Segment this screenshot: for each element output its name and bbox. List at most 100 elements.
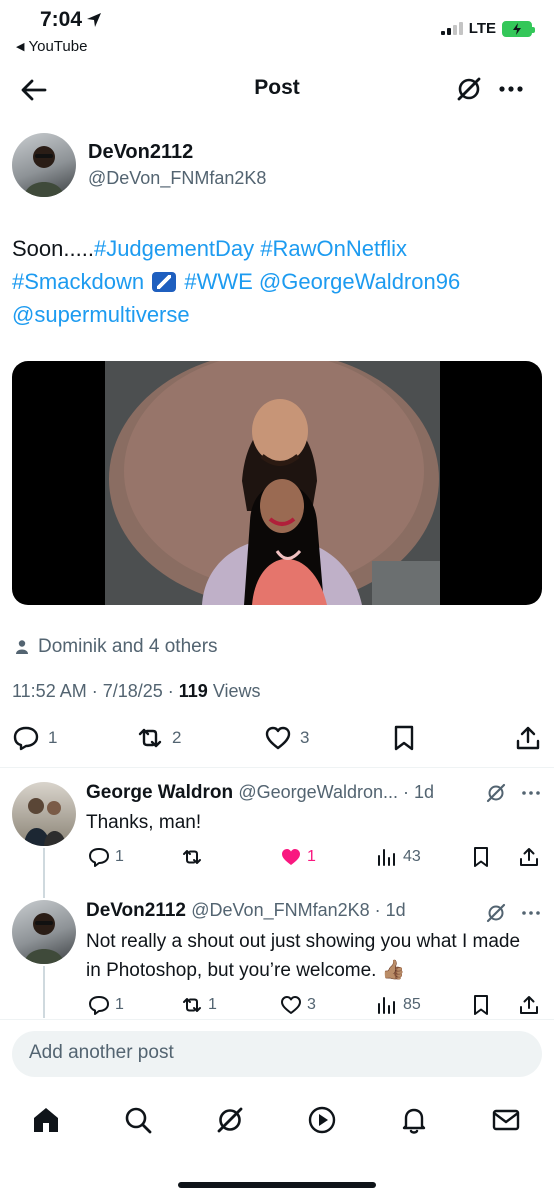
share-button[interactable] [518,994,540,1016]
heart-icon [265,726,291,750]
post-timestamp: 11:52 AM · 7/18/25 · [12,681,179,701]
home-indicator [178,1182,376,1188]
repost-count: 2 [172,728,182,747]
bookmark-icon [394,725,414,751]
reply-more-button[interactable] [520,902,542,924]
reply-avatar[interactable] [12,782,76,846]
grok-icon [486,903,506,923]
views-count: 43 [403,848,421,865]
grok-button[interactable] [454,74,484,104]
views-button[interactable]: 85 [376,994,421,1016]
author-avatar[interactable] [12,133,76,197]
tab-video[interactable] [306,1104,338,1136]
bookmark-button[interactable] [390,724,418,752]
divider [0,1019,554,1020]
reply-author[interactable]: DeVon2112 @DeVon_FNMfan2K8 · 1d [86,900,406,922]
bell-icon [402,1108,426,1134]
reply-button[interactable]: 1 [12,724,57,752]
mention-link[interactable]: @GeorgeWaldron96 [259,269,460,294]
more-icon [522,911,540,915]
more-icon [499,86,523,92]
bookmark-button[interactable] [470,846,492,868]
heart-filled-icon [282,849,300,865]
reply-author-handle: @DeVon_FNMfan2K8 · 1d [191,900,406,920]
mention-link[interactable]: @supermultiverse [12,302,190,327]
reply-avatar[interactable] [12,900,76,964]
thread-line [43,848,45,898]
grok-button[interactable] [485,902,507,924]
bookmark-button[interactable] [470,994,492,1016]
liked-by-label: Dominik and 4 others [38,636,218,657]
author-name[interactable]: DeVon2112 [88,141,193,164]
tab-grok[interactable] [214,1104,246,1136]
bookmark-icon [474,995,488,1015]
repost-button[interactable]: 2 [136,724,181,752]
reply-icon [13,726,39,751]
repost-button[interactable] [181,846,208,868]
back-triangle-icon: ◀ [16,41,25,53]
reply-composer[interactable]: Add another post [12,1031,542,1077]
grok-icon [217,1107,243,1133]
liked-by[interactable]: Dominik and 4 others [14,636,218,658]
like-button[interactable]: 1 [280,846,316,868]
views-count: 119 [178,681,208,701]
grok-icon [457,77,481,101]
signal-icon [440,22,463,35]
search-icon [125,1107,152,1134]
divider [0,767,554,768]
share-button[interactable] [514,724,542,752]
reply-text: Thanks, man! [86,812,202,833]
reply-more-button[interactable] [520,782,542,804]
hashtag-link[interactable]: #JudgementDay [94,236,254,261]
like-count: 3 [307,996,316,1013]
back-to-app[interactable]: ◀ YouTube [16,38,87,55]
hashtag-link[interactable]: #RawOnNetflix [260,236,407,261]
reply-icon [89,996,109,1015]
post-image[interactable] [12,361,542,605]
reply-button[interactable]: 1 [88,846,124,868]
thread-line [43,966,45,1018]
network-label: LTE [468,20,496,37]
status-time: 7:04 [40,8,102,32]
reply-button[interactable]: 1 [88,994,124,1016]
share-icon [516,726,540,750]
reply-count: 1 [115,996,124,1013]
post-meta: 11:52 AM · 7/18/25 · 119 Views [12,681,261,702]
views-button[interactable]: 43 [376,846,421,868]
repost-icon [183,850,201,864]
mail-icon [492,1109,520,1131]
post-actions: 1 2 3 [12,724,542,754]
reply-author[interactable]: George Waldron @GeorgeWaldron... · 1d [86,782,434,804]
reply-icon [89,848,109,867]
more-icon [522,791,540,795]
hashtag-link[interactable]: #Smackdown [12,269,144,294]
tab-search[interactable] [122,1104,154,1136]
reply-text: Not really a shout out just showing you … [86,931,521,981]
like-button[interactable]: 3 [280,994,316,1016]
repost-icon [183,998,201,1012]
post-text: Soon.....#JudgementDay #RawOnNetflix #Sm… [12,232,542,331]
reply-count: 1 [115,848,124,865]
views-icon [378,849,395,866]
post-text-prefix: Soon..... [12,236,94,261]
like-count: 3 [300,728,310,747]
hashtag-link[interactable]: #WWE [184,269,252,294]
tab-home[interactable] [30,1104,62,1136]
repost-icon [138,728,162,748]
views-label: Views [207,681,261,701]
more-options-button[interactable] [496,74,526,104]
play-icon [308,1106,336,1134]
share-button[interactable] [518,846,540,868]
reply-author-handle: @GeorgeWaldron... · 1d [238,782,435,802]
smackdown-emoji-icon [152,272,177,292]
author-handle[interactable]: @DeVon_FNMfan2K8 [88,168,266,189]
grok-icon [486,783,506,803]
location-arrow-icon [87,13,102,27]
tab-notifications[interactable] [398,1104,430,1136]
reply-author-name: DeVon2112 [86,900,186,921]
like-button[interactable]: 3 [264,724,309,752]
grok-button[interactable] [485,782,507,804]
repost-button[interactable]: 1 [181,994,217,1016]
tab-messages[interactable] [490,1104,522,1136]
time-label: 7:04 [40,8,83,31]
